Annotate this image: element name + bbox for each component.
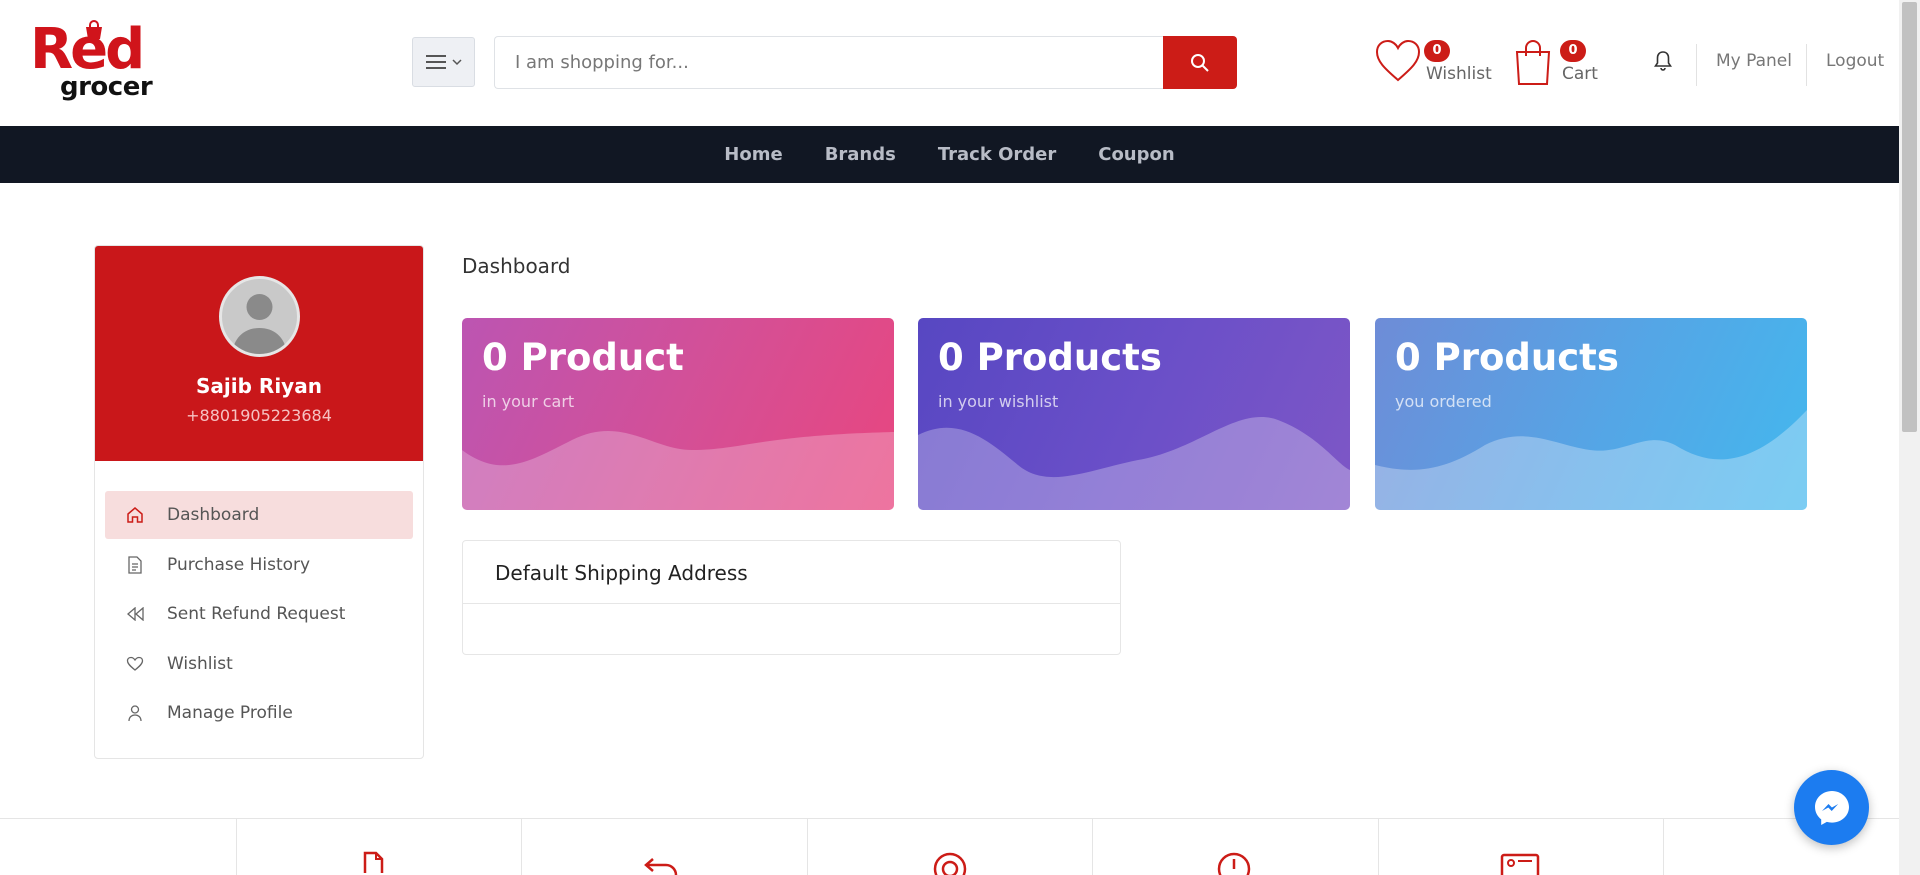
search-bar: [494, 36, 1237, 89]
messenger-icon: [1814, 790, 1849, 825]
divider: [1092, 819, 1093, 875]
orders-caption: you ordered: [1395, 392, 1492, 411]
divider: [1696, 44, 1697, 86]
my-panel-link[interactable]: My Panel: [1716, 51, 1792, 71]
cart-summary-card: 0 Product in your cart: [462, 318, 894, 510]
account-sidebar: Sajib Riyan +8801905223684 Dashboard Pur…: [94, 245, 424, 759]
sidebar-item-label: Sent Refund Request: [167, 604, 346, 624]
divider: [1378, 819, 1379, 875]
sidebar-item-wishlist[interactable]: Wishlist: [105, 640, 413, 688]
notification-bell-icon[interactable]: [1653, 50, 1673, 72]
cart-count-badge: 0: [1560, 40, 1586, 62]
sidebar-item-label: Dashboard: [167, 505, 260, 525]
search-icon: [1191, 53, 1209, 72]
cart-count-text: 0 Product: [482, 336, 684, 379]
shopping-bag-icon: [1515, 40, 1551, 85]
logo-grocer: grocer: [60, 72, 153, 102]
nav-track-order[interactable]: Track Order: [938, 144, 1056, 165]
heart-icon: [125, 654, 145, 674]
info-icon[interactable]: [1214, 851, 1254, 875]
id-card-icon[interactable]: [1500, 851, 1540, 875]
shipping-address-card: Default Shipping Address: [462, 540, 1121, 655]
messenger-chat-button[interactable]: [1794, 770, 1869, 845]
wishlist-count-badge: 0: [1424, 40, 1450, 62]
nav-home[interactable]: Home: [724, 144, 782, 165]
divider: [1806, 44, 1807, 86]
cart-label: Cart: [1562, 64, 1598, 84]
profile-card: Sajib Riyan +8801905223684: [95, 246, 423, 461]
sidebar-item-purchase-history[interactable]: Purchase History: [105, 541, 413, 589]
sidebar-item-dashboard[interactable]: Dashboard: [105, 491, 413, 539]
avatar: [219, 276, 300, 357]
cart-caption: in your cart: [482, 392, 575, 411]
wave-decoration: [918, 416, 1350, 510]
lifebuoy-icon[interactable]: [930, 851, 970, 875]
sidebar-item-refund-request[interactable]: Sent Refund Request: [105, 590, 413, 638]
rewind-icon: [125, 604, 145, 624]
divider: [521, 819, 522, 875]
scrollbar-thumb[interactable]: [1902, 2, 1917, 432]
category-menu-button[interactable]: [412, 37, 475, 87]
orders-summary-card: 0 Products you ordered: [1375, 318, 1807, 510]
main-navbar: Home Brands Track Order Coupon: [0, 126, 1899, 183]
logo[interactable]: Red grocer: [30, 18, 155, 108]
page-scrollbar[interactable]: [1899, 0, 1920, 875]
wave-decoration: [1375, 410, 1807, 510]
wishlist-count-text: 0 Products: [938, 336, 1162, 379]
document-icon[interactable]: [360, 851, 400, 875]
sidebar-item-label: Manage Profile: [167, 703, 293, 723]
wave-decoration: [462, 430, 894, 510]
sidebar-menu: Dashboard Purchase History Sent Refund R…: [105, 491, 413, 739]
nav-coupon[interactable]: Coupon: [1098, 144, 1174, 165]
logout-link[interactable]: Logout: [1826, 51, 1884, 71]
document-icon: [125, 555, 145, 575]
heart-icon: [1375, 39, 1421, 82]
hamburger-icon: [425, 55, 446, 69]
feature-strip: [0, 818, 1899, 875]
wishlist-caption: in your wishlist: [938, 392, 1059, 411]
divider: [236, 819, 237, 875]
orders-count-text: 0 Products: [1395, 336, 1619, 379]
search-button[interactable]: [1163, 36, 1237, 89]
nav-brands[interactable]: Brands: [825, 144, 896, 165]
wishlist-summary-card: 0 Products in your wishlist: [918, 318, 1350, 510]
sidebar-item-label: Wishlist: [167, 653, 233, 674]
shipping-address-title: Default Shipping Address: [463, 541, 1120, 604]
sidebar-item-manage-profile[interactable]: Manage Profile: [105, 689, 413, 737]
search-input[interactable]: [494, 36, 1164, 89]
user-silhouette-icon: [232, 294, 287, 354]
shopping-bag-logo-icon: [86, 20, 102, 39]
divider: [1663, 819, 1664, 875]
home-icon: [125, 505, 145, 525]
profile-name: Sajib Riyan: [196, 374, 322, 398]
sidebar-item-label: Purchase History: [167, 554, 311, 575]
page-title: Dashboard: [462, 254, 571, 278]
profile-phone: +8801905223684: [186, 406, 332, 425]
site-header: Red grocer 0 Wishlist 0 Cart My Panel Lo…: [0, 0, 1899, 126]
divider: [807, 819, 808, 875]
chevron-down-icon: [451, 58, 462, 65]
return-arrow-icon[interactable]: [643, 851, 683, 875]
wishlist-label: Wishlist: [1426, 64, 1492, 84]
user-icon: [125, 703, 145, 723]
